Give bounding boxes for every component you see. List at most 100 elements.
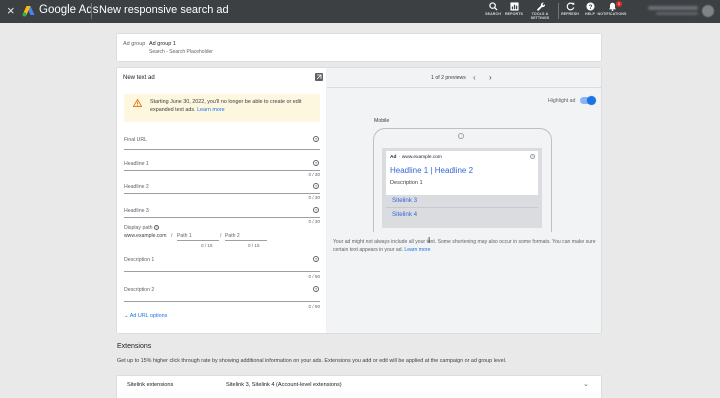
display-domain: www.example.com [124,233,167,239]
description-1-label: Description 1 [124,257,155,263]
expand-icon[interactable] [315,73,323,81]
campaign-name: Search - Search Placeholder [149,49,213,55]
description-1-help-icon[interactable]: ? [313,256,319,262]
ad-url-options-label: Ad URL options [129,313,168,319]
phone-screen: Ad · www.example.com ? Headline 1 | Head… [382,148,542,228]
phone-camera-icon [458,133,464,139]
brand-name: Google Ads [39,4,99,16]
headline-1-help-icon[interactable]: ? [313,160,319,166]
svg-text:?: ? [588,4,592,11]
path-1-underline [177,240,219,241]
header-divider [91,3,92,19]
chevron-down-icon: ⌄ [124,313,129,319]
highlight-ad-toggle[interactable] [580,96,596,105]
final-url-help-icon[interactable]: ? [313,136,319,142]
ad-preview-panel: 1 of 2 previews ‹ › Highlight ad Mobile … [327,68,601,333]
description-1-counter: 0 / 90 [308,274,321,279]
description-2-underline [124,301,320,302]
path-2-underline [225,240,267,241]
headline-3-help-icon[interactable]: ? [313,207,319,213]
warning-learn-more-link[interactable]: Learn more [197,107,225,113]
ad-headline[interactable]: Headline 1 | Headline 2 [390,166,473,175]
highlight-ad-label: Highlight ad [548,98,576,104]
sitelink-extensions-value: Sitelink 3, Sitelink 4 (Account-level ex… [226,382,342,388]
reports-icon [509,2,519,11]
description-2-label: Description 2 [124,287,155,293]
google-ads-logo-icon [22,6,35,17]
mobile-phone-frame: Ad · www.example.com ? Headline 1 | Head… [373,128,552,232]
notifications-label: NOTIFICATIONS [597,12,627,16]
preview-pager: 1 of 2 previews ‹ › [327,68,601,88]
description-1-underline [124,271,320,272]
account-switcher[interactable] [648,5,714,17]
toggle-knob [587,96,596,105]
headline-3-label: Headline 3 [124,208,149,214]
headline-2-counter: 0 / 30 [308,195,321,200]
preview-learn-more-link[interactable]: Learn more [404,247,430,253]
ad-url-options-toggle[interactable]: ⌄ Ad URL options [124,313,167,319]
preview-disclaimer-text: Your ad might not always include all you… [333,239,596,253]
display-path-label: Display path ? [124,225,159,231]
avatar[interactable] [702,5,714,17]
path-separator-1: / [171,233,173,239]
sitelink-item[interactable]: Sitelink 3 [392,197,417,204]
description-2-help-icon[interactable]: ? [313,286,319,292]
display-path-help-icon[interactable]: ? [154,225,159,231]
form-heading: New text ad [123,75,155,81]
path-separator-2: / [220,233,222,239]
deprecation-warning: Starting June 30, 2022, you'll no longer… [124,94,320,122]
headline-2-label: Headline 2 [124,184,149,190]
final-url-underline [124,149,320,150]
ad-description: Description 1 [390,180,423,186]
sitelink-extensions-row[interactable]: Sitelink extensions Sitelink 3, Sitelink… [117,376,601,398]
refresh-icon [566,2,574,11]
sitelink-divider [386,207,538,208]
account-name-redacted [648,6,698,10]
headline-3-counter: 0 / 30 [308,219,321,224]
path-2-input[interactable]: Path 2 [225,233,263,239]
path-1-input[interactable]: Path 1 [177,233,215,239]
top-app-bar: × Google Ads New responsive search ad SE… [0,0,720,23]
help-icon: ? [585,2,595,11]
headline-1-label: Headline 1 [124,161,149,167]
page-title: New responsive search ad [99,4,229,16]
path-2-counter: 0 / 15 [248,243,260,248]
tools-label-line2: SETTINGS [530,16,550,20]
warning-text: Starting June 30, 2022, you'll no longer… [150,99,302,113]
chevron-down-icon[interactable]: ⌄ [583,380,589,388]
ad-group-label: Ad group [123,41,146,47]
description-2-counter: 0 / 90 [308,304,321,309]
headline-1-underline [124,170,320,171]
headline-2-help-icon[interactable]: ? [313,183,319,189]
sitelink-extensions-label: Sitelink extensions [127,382,174,388]
tools-settings-button[interactable]: TOOLS & SETTINGS [525,2,555,20]
extensions-description: Get up to 15% higher click through rate … [117,358,507,364]
notification-count-badge: 1 [616,1,622,7]
text-cursor-icon: I [428,236,431,245]
ad-preview-card: Ad · www.example.com ? Headline 1 | Head… [386,151,538,195]
final-url-label: Final URL [124,137,148,143]
ad-tag: Ad [390,155,397,160]
preview-count: 1 of 2 previews [431,75,466,81]
ad-display-url: · www.example.com [399,155,442,160]
account-id-redacted [656,12,698,15]
next-preview-button[interactable]: › [489,73,492,82]
path-1-counter: 0 / 15 [201,243,213,248]
sitelink-item[interactable]: Sitelink 4 [392,211,417,218]
headline-3-underline [124,217,320,218]
notifications-button[interactable]: 1 NOTIFICATIONS [597,1,627,16]
ad-group-name: Ad group 1 [149,41,176,47]
ad-info-icon: ? [530,154,535,159]
ad-group-selector[interactable]: Ad group Ad group 1 Search - Search Plac… [117,34,601,61]
previous-preview-button[interactable]: ‹ [473,73,476,82]
close-button[interactable]: × [7,4,15,18]
headline-2-underline [124,193,320,194]
warning-message: Starting June 30, 2022, you'll no longer… [150,98,314,114]
search-icon [488,2,498,11]
device-label: Mobile [374,118,390,124]
display-path-label-text: Display path [124,225,153,231]
ad-form-panel: New text ad Starting June 30, 2022, you'… [117,68,327,333]
extensions-heading: Extensions [117,343,152,350]
wrench-icon [536,2,545,11]
preview-disclaimer: Your ad might not always include all you… [333,238,597,254]
